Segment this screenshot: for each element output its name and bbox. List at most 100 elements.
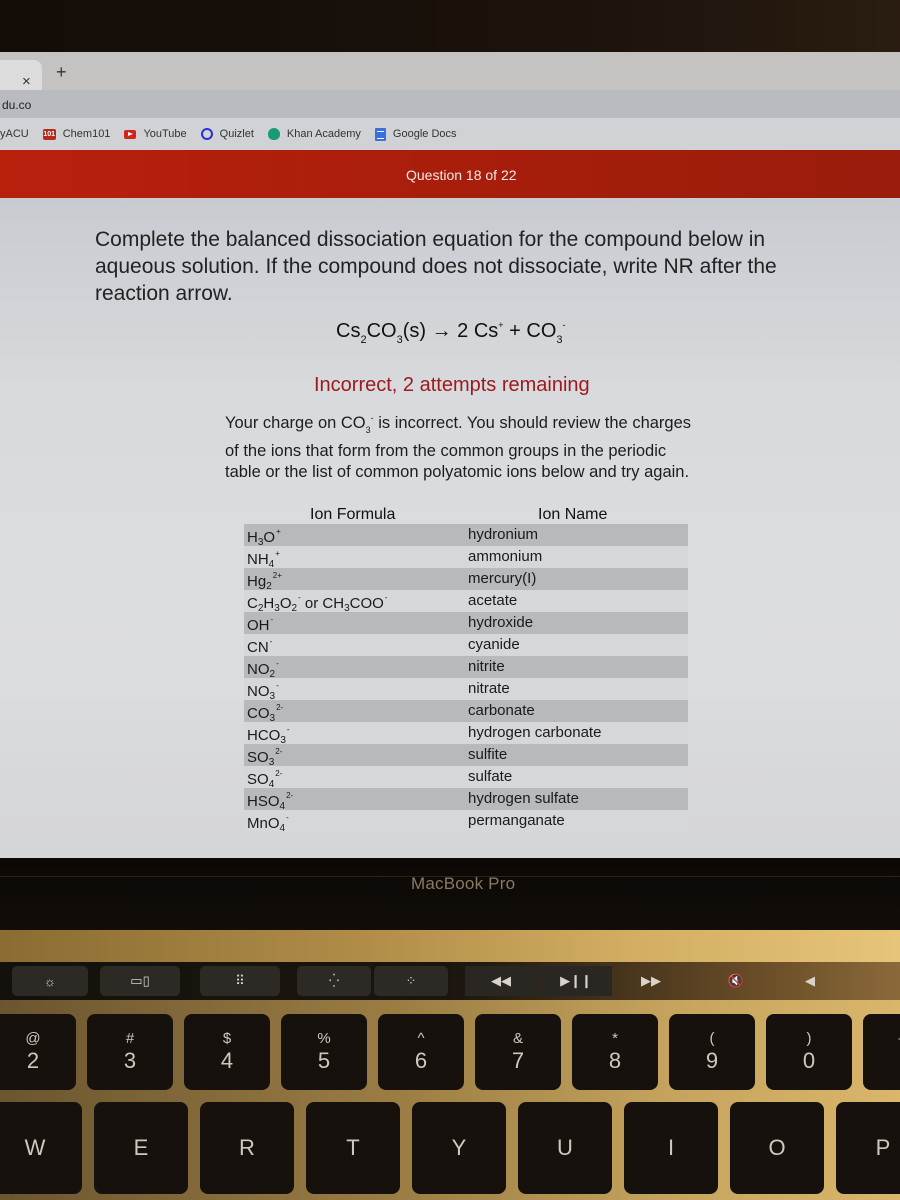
- bookmark-chem101[interactable]: 101 Chem101: [42, 128, 111, 140]
- keyboard-brightness-down-icon[interactable]: ⁛: [297, 966, 371, 996]
- fast-forward-icon[interactable]: ▶▶: [615, 966, 687, 996]
- formula-part: or CH: [300, 595, 345, 612]
- mission-control-icon[interactable]: ▭▯: [100, 966, 180, 996]
- key-9[interactable]: (9: [669, 1014, 755, 1090]
- eq-sub: 3: [556, 334, 563, 346]
- table-header: Ion Formula Ion Name: [244, 506, 688, 524]
- question-content: Complete the balanced dissociation equat…: [0, 198, 900, 858]
- key-y[interactable]: Y: [412, 1102, 506, 1194]
- bookmark-khan-academy[interactable]: Khan Academy: [267, 128, 361, 140]
- formula-part: O: [279, 595, 292, 612]
- formula-part: -: [276, 659, 279, 668]
- key--[interactable]: —-: [863, 1014, 900, 1090]
- question-progress: Question 18 of 22: [406, 167, 517, 183]
- ion-formula: NH4+: [247, 549, 280, 570]
- table-row: Hg22+ mercury(I): [244, 568, 688, 592]
- ion-formula: HSO42-: [247, 791, 293, 812]
- key-label: 9: [705, 1048, 719, 1073]
- rewind-icon[interactable]: ◀◀: [465, 966, 537, 996]
- formula-part: -: [269, 637, 273, 646]
- play-pause-icon[interactable]: ▶❙❙: [540, 966, 612, 996]
- key-7[interactable]: & 7: [475, 1014, 561, 1090]
- ion-name: hydroxide: [468, 614, 534, 631]
- table-row: NH4+ ammonium: [244, 546, 688, 570]
- key-2[interactable]: @2: [0, 1014, 76, 1090]
- bookmark-youtube[interactable]: YouTube: [124, 128, 187, 140]
- khan-academy-icon: [267, 128, 280, 140]
- key-w[interactable]: W: [0, 1102, 82, 1194]
- ion-formula: HCO3-: [247, 725, 290, 746]
- dissociation-equation: Cs2CO3(s) → 2 Cs+ + CO3-: [336, 320, 566, 346]
- ion-name: nitrite: [468, 658, 505, 675]
- brightness-icon[interactable]: ☼: [12, 966, 88, 996]
- browser-tab-active[interactable]: ×: [0, 60, 42, 90]
- chem101-icon: 101: [42, 128, 56, 140]
- ion-formula: NO2-: [247, 659, 279, 680]
- new-tab-button[interactable]: +: [56, 63, 67, 81]
- eq-charge: -: [562, 320, 566, 330]
- key-e[interactable]: E: [94, 1102, 188, 1194]
- key-shift-label: @: [25, 1030, 41, 1047]
- formula-part: SO: [247, 771, 269, 788]
- key-p[interactable]: P: [836, 1102, 900, 1194]
- launchpad-icon[interactable]: ⠿: [200, 966, 280, 996]
- header-ion-formula: Ion Formula: [310, 506, 396, 523]
- key-4[interactable]: $4: [184, 1014, 270, 1090]
- key-u[interactable]: U: [518, 1102, 612, 1194]
- address-bar[interactable]: du.co: [0, 90, 900, 118]
- volume-down-icon[interactable]: ◀: [780, 966, 840, 996]
- bookmark-label: Google Docs: [392, 128, 457, 140]
- key-8[interactable]: * 8: [572, 1014, 658, 1090]
- formula-part: H: [263, 595, 275, 612]
- key-label: 5: [317, 1048, 331, 1073]
- key-label: 8: [608, 1048, 622, 1073]
- table-row: HCO3- hydrogen carbonate: [244, 722, 688, 746]
- key-6[interactable]: ^ 6: [378, 1014, 464, 1090]
- keyboard-brightness-up-icon[interactable]: ⁘: [374, 966, 448, 996]
- key-0[interactable]: ) 0: [766, 1014, 852, 1090]
- formula-part: -: [384, 593, 388, 602]
- formula-part: -: [276, 681, 279, 690]
- formula-part: -: [270, 615, 274, 624]
- question-header: Question 18 of 22: [0, 150, 900, 198]
- formula-part: 2+: [272, 571, 282, 580]
- key-shift-label: %: [317, 1030, 331, 1047]
- laptop-brand-label: MacBook Pro: [411, 874, 516, 893]
- eq-plus: +: [509, 320, 521, 342]
- formula-part: COO: [349, 595, 384, 612]
- bookmark-label: Chem101: [62, 128, 111, 140]
- formula-part: O: [263, 529, 276, 546]
- close-tab-icon[interactable]: ×: [22, 74, 31, 89]
- ion-formula: CO32-: [247, 703, 283, 724]
- ion-formula: Hg22+: [247, 571, 282, 592]
- key-i[interactable]: I: [624, 1102, 718, 1194]
- ion-name: acetate: [468, 592, 518, 609]
- bookmark-myacu[interactable]: yACU: [0, 128, 29, 140]
- feedback-message: Your charge on CO3- is incorrect. You sh…: [225, 408, 705, 483]
- ion-name: hydrogen carbonate: [468, 724, 602, 741]
- key-o[interactable]: O: [730, 1102, 824, 1194]
- table-row: NO2- nitrite: [244, 656, 688, 680]
- formula-part: HCO: [247, 727, 281, 744]
- key-label: 0: [802, 1048, 816, 1073]
- key-shift-label: $: [222, 1030, 232, 1047]
- ion-name: permanganate: [468, 812, 565, 829]
- bookmark-google-docs[interactable]: Google Docs: [374, 127, 457, 141]
- key-t[interactable]: T: [306, 1102, 400, 1194]
- key-5[interactable]: % 5: [281, 1014, 367, 1090]
- polyatomic-ion-table: Ion Formula Ion Name H3O+ hydronium NH4+ am…: [244, 506, 688, 834]
- key-r[interactable]: R: [200, 1102, 294, 1194]
- mute-icon[interactable]: 🔇: [700, 966, 772, 996]
- ion-formula: H3O+: [247, 527, 281, 548]
- formula-part: NH: [247, 551, 269, 568]
- eq-charge: +: [498, 320, 504, 330]
- table-row: HSO42- hydrogen sulfate: [244, 788, 688, 812]
- key-3[interactable]: #3: [87, 1014, 173, 1090]
- ion-formula: C2H3O2- or CH3COO-: [247, 593, 387, 614]
- bookmark-quizlet[interactable]: Quizlet: [200, 128, 254, 140]
- ion-name: cyanide: [468, 636, 520, 653]
- eq-answer-input[interactable]: 2 Cs+ + CO3-: [457, 320, 566, 346]
- formula-part: OH: [247, 617, 270, 634]
- background-dark-area: [0, 0, 900, 52]
- address-url[interactable]: du.co: [2, 98, 31, 112]
